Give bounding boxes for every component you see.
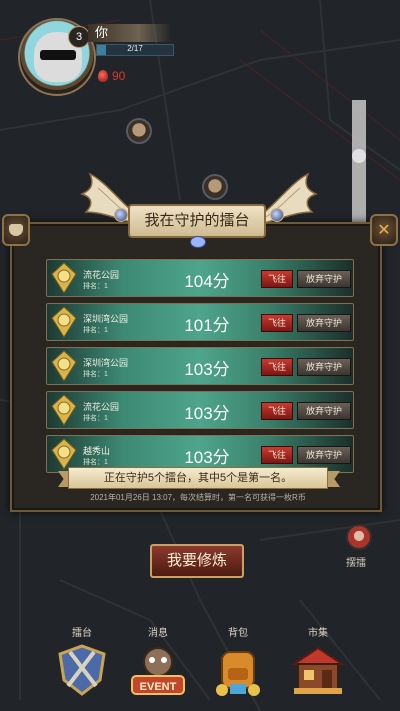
arena-rank: 排名：1 [83,459,108,466]
medal-icon [51,306,77,338]
guard-summary: 正在守护5个擂台，其中5个是第一名。 [68,467,328,489]
arena-name: 深圳湾公园 [83,314,129,324]
abandon-guard-button[interactable]: 放弃守护 [297,402,351,420]
player-name: 你 [88,24,172,42]
market-icon [290,646,346,694]
panel-title: 我在守护的擂台 [128,204,266,238]
arena-score: 104分 [184,272,230,291]
gem-ornament-icon [190,236,206,248]
abandon-guard-button[interactable]: 放弃守护 [297,446,351,464]
crest-button[interactable] [2,214,30,246]
map-player-pin[interactable] [202,174,228,200]
medal-icon [51,350,77,382]
challenge-button[interactable] [346,524,372,550]
gem-icon [98,70,108,82]
medal-icon [51,262,77,294]
gem-count: 90 [112,69,126,83]
arena-row: 流花公园 排名：1 103分 飞往 放弃守护 [46,391,354,429]
abandon-guard-button[interactable]: 放弃守护 [297,358,351,376]
settlement-note: 2021年01月26日 13:07，每次结算时，第一名可获得一枚R币 [90,493,306,502]
orb-icon [114,208,128,222]
orb-icon [270,208,284,222]
nav-arena[interactable]: 擂台 [42,624,122,710]
medal-icon [51,394,77,426]
medal-icon [51,438,77,470]
arena-rank: 排名：1 [83,327,108,334]
fly-to-button[interactable]: 飞往 [261,358,293,376]
sunglasses-icon [40,50,76,60]
arena-score: 103分 [184,448,230,467]
challenge-label[interactable]: 摆擂 [346,554,366,569]
xp-bar: 2/17 [96,44,174,56]
arena-name: 越秀山 [83,446,111,456]
arena-row: 流花公园 排名：1 104分 飞往 放弃守护 [46,259,354,297]
fly-to-button[interactable]: 飞往 [261,446,293,464]
abandon-guard-button[interactable]: 放弃守护 [297,314,351,332]
nav-backpack[interactable]: 背包 [198,624,278,710]
arena-score: 103分 [184,360,230,379]
arena-row: 深圳湾公园 排名：1 103分 飞往 放弃守护 [46,347,354,385]
nav-label: 背包 [228,628,248,639]
arena-score: 101分 [184,316,230,335]
level-badge: 3 [68,26,90,48]
nav-market[interactable]: 市集 [278,624,358,710]
nav-messages[interactable]: 消息 EVENT [118,624,198,710]
shield-icon [58,644,106,696]
abandon-guard-button[interactable]: 放弃守护 [297,270,351,288]
nav-label: 市集 [308,628,328,639]
arena-name: 深圳湾公园 [83,358,129,368]
fly-to-button[interactable]: 飞往 [261,314,293,332]
arena-score: 103分 [184,404,230,423]
nav-label: 消息 [148,628,168,639]
arena-name: 流花公园 [83,402,120,412]
arena-rank: 排名：1 [83,283,108,290]
fly-to-button[interactable]: 飞往 [261,402,293,420]
backpack-icon [216,651,260,696]
close-icon: ✕ [377,222,391,239]
arena-rank: 排名：1 [83,415,108,422]
cultivate-button[interactable]: 我要修炼 [150,544,244,578]
arena-name: 流花公园 [83,270,120,280]
close-button[interactable]: ✕ [370,214,398,246]
event-icon: EVENT [131,647,185,695]
fly-to-button[interactable]: 飞往 [261,270,293,288]
nav-label: 擂台 [72,628,92,639]
arena-rank: 排名：1 [83,371,108,378]
map-player-pin[interactable] [126,118,152,144]
crest-icon [9,224,23,236]
xp-text: 2/17 [127,44,143,53]
wing-right-icon [259,172,318,225]
arena-row: 深圳湾公园 排名：1 101分 飞往 放弃守护 [46,303,354,341]
event-text: EVENT [140,681,177,693]
